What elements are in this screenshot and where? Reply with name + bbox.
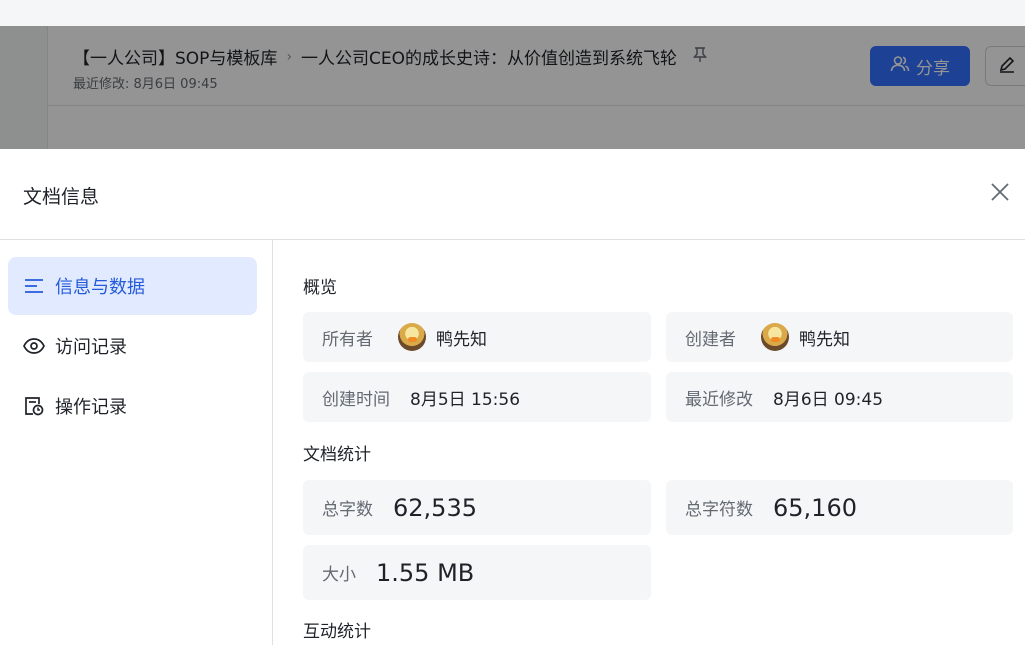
created-time-label: 创建时间 <box>322 389 390 410</box>
nav-item-operation-log[interactable]: 操作记录 <box>8 377 257 435</box>
size-value: 1.55 MB <box>376 558 475 587</box>
overview-title: 概览 <box>303 278 337 298</box>
modified-time-card: 最近修改 8月6日 09:45 <box>666 372 1013 422</box>
interaction-stats-title: 互动统计 <box>303 622 371 642</box>
browser-top-strip <box>0 0 1025 26</box>
history-icon <box>23 395 45 417</box>
dialog-header-divider <box>0 239 1025 240</box>
owner-name[interactable]: 鸭先知 <box>436 325 487 350</box>
document-info-dialog: 文档信息 信息与数据 访问记录 操作记录 概览 所有者 鸭先知 创建者 鸭先知 … <box>0 149 1025 645</box>
dialog-nav: 信息与数据 访问记录 操作记录 <box>8 257 257 437</box>
modified-time-label: 最近修改 <box>685 389 753 410</box>
dialog-side-divider <box>272 240 273 645</box>
modal-backdrop[interactable] <box>0 26 1025 149</box>
char-count-card: 总字符数 65,160 <box>666 480 1013 535</box>
list-icon <box>23 275 45 297</box>
size-card: 大小 1.55 MB <box>303 545 651 600</box>
word-count-card: 总字数 62,535 <box>303 480 651 535</box>
owner-label: 所有者 <box>322 329 373 350</box>
nav-item-info-data[interactable]: 信息与数据 <box>8 257 257 315</box>
close-icon <box>990 182 1010 206</box>
eye-icon <box>23 335 45 357</box>
avatar[interactable] <box>398 323 426 351</box>
char-count-label: 总字符数 <box>685 500 753 520</box>
avatar[interactable] <box>761 323 789 351</box>
created-time-value: 8月5日 15:56 <box>410 389 521 410</box>
dialog-title: 文档信息 <box>23 186 100 208</box>
word-count-label: 总字数 <box>322 500 373 520</box>
creator-card: 创建者 鸭先知 <box>666 312 1013 362</box>
nav-item-visit-log[interactable]: 访问记录 <box>8 317 257 375</box>
creator-name[interactable]: 鸭先知 <box>799 325 850 350</box>
close-button[interactable] <box>986 180 1014 208</box>
nav-label-operation-log: 操作记录 <box>55 397 127 418</box>
modified-time-value: 8月6日 09:45 <box>773 389 884 410</box>
size-label: 大小 <box>322 565 356 585</box>
created-time-card: 创建时间 8月5日 15:56 <box>303 372 651 422</box>
owner-card: 所有者 鸭先知 <box>303 312 651 362</box>
doc-stats-title: 文档统计 <box>303 445 371 465</box>
word-count-value: 62,535 <box>393 493 477 522</box>
nav-label-visit-log: 访问记录 <box>55 337 127 358</box>
nav-label-info-data: 信息与数据 <box>55 277 145 298</box>
char-count-value: 65,160 <box>773 493 857 522</box>
creator-label: 创建者 <box>685 329 736 350</box>
